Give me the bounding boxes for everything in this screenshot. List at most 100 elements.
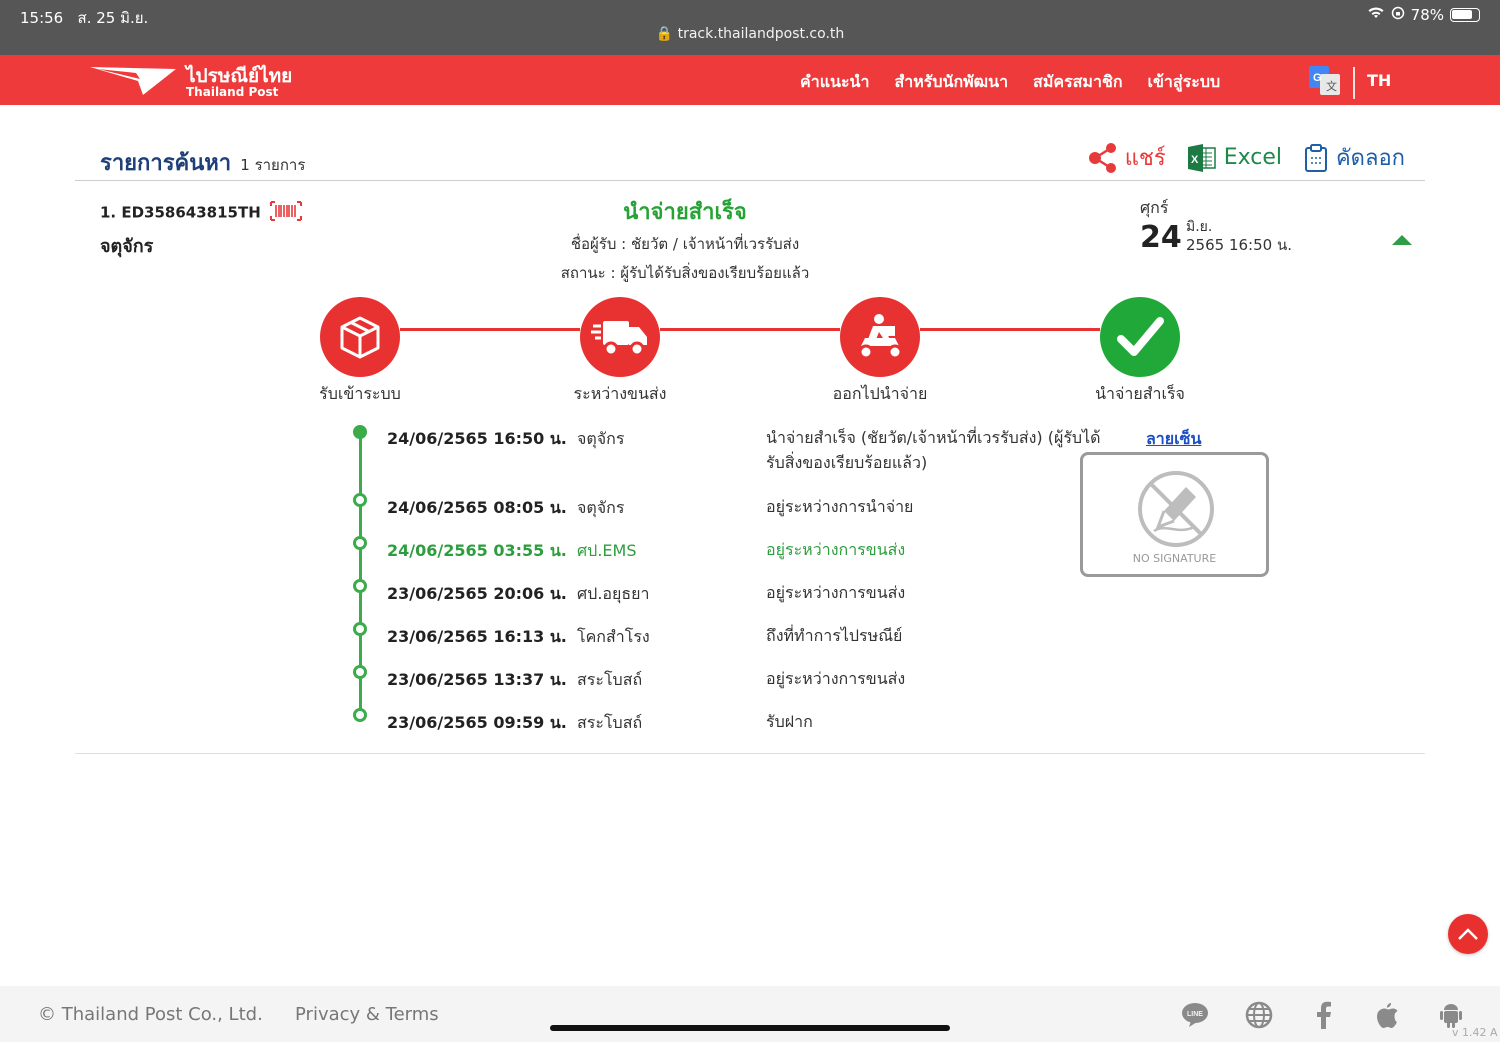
apple-icon[interactable] [1372,1000,1402,1030]
chevron-up-icon [1458,928,1478,940]
copy-button[interactable]: คัดลอก [1304,140,1405,175]
event-datetime: 24/06/2565 08:05 น. [387,498,567,517]
privacy-terms-link[interactable]: Privacy & Terms [295,1004,439,1025]
event-location: สระโบสถ์ [577,713,643,732]
excel-label: Excel [1223,145,1282,170]
step-label-out-for-delivery: ออกไปนำจ่าย [832,384,928,403]
battery-icon [1450,8,1480,22]
date-day: 24 [1140,220,1182,255]
timeline-dot [353,493,367,507]
home-indicator[interactable] [550,1025,950,1031]
timeline-dot [353,579,367,593]
event-description: รับฝาก [766,712,813,731]
step-label-in-transit: ระหว่างขนส่ง [573,384,667,403]
event-description: อยู่ระหว่างการนำจ่าย [766,497,914,516]
event-description: นำจ่ายสำเร็จ (ชัยวัต/เจ้าหน้าที่เวรรับส่… [766,428,1101,472]
nav-divider [1353,67,1355,99]
scroll-to-top-button[interactable] [1448,914,1488,954]
event-datetime: 23/06/2565 09:59 น. [387,713,567,732]
thailand-post-logo[interactable]: ไปรษณีย์ไทย Thailand Post [88,59,308,101]
logo-text-en: Thailand Post [186,85,279,99]
nav-login[interactable]: เข้าสู่ระบบ [1148,70,1221,95]
svg-text:G: G [1313,72,1322,84]
delivery-date: ศุกร์ 24 มิ.ย. 2565 16:50 น. [1140,196,1292,255]
url-text: track.thailandpost.co.th [677,26,845,42]
progress-line [660,328,840,331]
results-count: 1 รายการ [240,156,306,174]
facebook-icon[interactable] [1308,1000,1338,1030]
date-year-time: 2565 16:50 น. [1186,236,1292,254]
google-translate-icon[interactable]: G 文 [1309,66,1341,96]
event-datetime: 23/06/2565 13:37 น. [387,670,567,689]
nav-menu: คำแนะนำ สำหรับนักพัฒนา สมัครสมาชิก เข้าส… [800,70,1220,95]
event-location: จตุจักร [577,429,625,448]
progress-line [920,328,1100,331]
event-location: โคกสำโรง [577,627,650,646]
event-datetime: 24/06/2565 03:55 น. [387,541,567,560]
globe-icon[interactable] [1244,1000,1274,1030]
excel-button[interactable]: X Excel [1187,143,1282,172]
step-label-delivered: นำจ่ายสำเร็จ [1095,384,1185,403]
app-version: v 1.42 A [1452,1026,1498,1039]
share-icon [1088,142,1116,173]
event-datetime: 23/06/2565 20:06 น. [387,584,567,603]
check-icon [1117,317,1164,356]
nav-developers[interactable]: สำหรับนักพัฒนา [894,70,1008,95]
results-title: รายการค้นหา [100,151,232,176]
event-location: จตุจักร [577,498,625,517]
event-datetime: 24/06/2565 16:50 น. [387,429,567,448]
line-icon[interactable]: LINE [1180,1000,1210,1030]
share-label: แชร์ [1124,146,1166,171]
main-navbar: ไปรษณีย์ไทย Thailand Post คำแนะนำ สำหรับ… [0,55,1500,105]
truck-icon [591,321,647,357]
step-delivered [1100,297,1180,377]
clipboard-icon [1304,143,1327,172]
progress-line [400,328,580,331]
footer: © Thailand Post Co., Ltd. Privacy & Term… [0,986,1500,1042]
lock-icon: 🔒 [655,26,674,42]
bird-logo-icon [90,67,176,95]
nav-guide[interactable]: คำแนะนำ [800,70,869,95]
event-description: อยู่ระหว่างการขนส่ง [766,669,906,688]
excel-icon: X [1187,143,1216,172]
divider [75,753,1425,754]
orientation-lock-icon [1391,6,1405,24]
nav-register[interactable]: สมัครสมาชิก [1033,70,1122,95]
event-location: ศป.อยุธยา [577,584,650,603]
no-signature-icon [1138,471,1214,547]
svg-text:X: X [1191,154,1199,166]
copyright-text: © Thailand Post Co., Ltd. [38,1004,263,1025]
timeline-dot [353,536,367,550]
step-in-transit [580,297,660,377]
event-location: ศป.EMS [577,541,637,560]
status-indicators: 78% [1367,6,1480,24]
url-bar[interactable]: 🔒 track.thailandpost.co.th [0,26,1500,42]
step-received [320,297,400,377]
svg-text:文: 文 [1326,79,1337,93]
share-button[interactable]: แชร์ [1088,140,1166,175]
timeline-dot [353,622,367,636]
divider [75,180,1425,181]
event-description: อยู่ระหว่างการขนส่ง [766,583,906,602]
result-actions: แชร์ X Excel คัดลอก [1088,140,1405,175]
language-toggle[interactable]: TH [1367,71,1391,90]
event-datetime: 23/06/2565 16:13 น. [387,627,567,646]
copy-label: คัดลอก [1335,146,1405,171]
collapse-arrow-icon[interactable] [1392,235,1412,245]
event-location: สระโบสถ์ [577,670,643,689]
svg-text:LINE: LINE [1187,1011,1203,1018]
box-icon [340,316,380,359]
signature-link[interactable]: ลายเซ็น [1146,427,1201,452]
status-bar: 15:56 ส. 25 มิ.ย. 78% 🔒 track.thailandpo… [0,0,1500,55]
status-description: สถานะ : ผู้รับได้รับสิ่งของเรียบร้อยแล้ว [560,264,810,282]
event-description: อยู่ระหว่างการขนส่ง [766,540,906,559]
signature-box[interactable]: NO SIGNATURE [1080,452,1269,577]
scooter-icon [858,314,903,360]
results-header: รายการค้นหา 1 รายการ [100,145,305,180]
event-description: ถึงที่ทำการไปรษณีย์ [766,626,903,645]
timeline-dot [353,665,367,679]
date-weekday: ศุกร์ [1140,198,1169,217]
timeline-dot [353,708,367,722]
timeline-dot [353,425,367,439]
step-out-for-delivery [840,297,920,377]
